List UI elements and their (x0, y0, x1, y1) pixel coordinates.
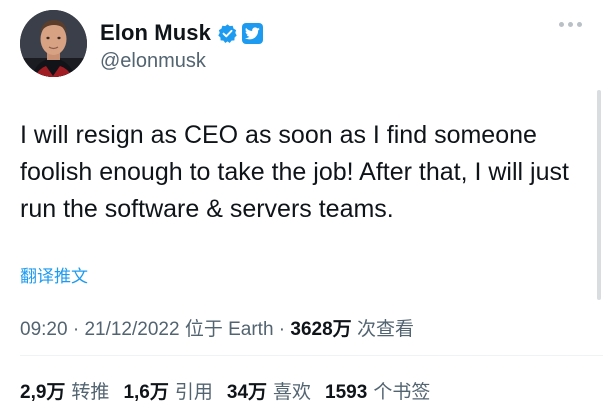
meta-separator: · (72, 319, 85, 340)
bookmarks-count: 1593 (325, 382, 368, 403)
scrollbar[interactable] (597, 90, 601, 300)
more-options-icon[interactable] (559, 22, 582, 27)
retweets-stat[interactable]: 2,9万 转推 (20, 377, 109, 404)
translate-tweet-link[interactable]: 翻译推文 (20, 262, 88, 287)
more-dot (568, 22, 573, 27)
verified-badge-icon (218, 23, 237, 43)
retweets-label: 转推 (71, 382, 110, 403)
avatar[interactable] (20, 10, 87, 77)
tweet-location: Earth (228, 319, 274, 340)
more-dot (577, 22, 582, 27)
more-dot (559, 22, 564, 27)
views-count: 3628万 (290, 319, 352, 340)
divider (20, 355, 603, 356)
tweet-date[interactable]: 21/12/2022 (84, 319, 179, 340)
tweet-text: I will resign as CEO as soon as I find s… (20, 121, 569, 223)
tweet-meta: 09:20 · 21/12/2022 位于 Earth · 3628万 次查看 (20, 314, 414, 341)
author-name[interactable]: Elon Musk (100, 20, 211, 46)
likes-label: 喜欢 (273, 382, 312, 403)
meta-separator: · (278, 319, 291, 340)
likes-stat[interactable]: 34万 喜欢 (227, 377, 311, 404)
retweets-count: 2,9万 (20, 382, 66, 403)
views-label: 次查看 (356, 319, 414, 340)
avatar-image (20, 10, 87, 77)
likes-count: 34万 (226, 382, 268, 403)
author-handle[interactable]: @elonmusk (100, 50, 206, 73)
bookmarks-label: 个书签 (373, 382, 431, 403)
tweet-time[interactable]: 09:20 (20, 319, 68, 340)
quotes-label: 引用 (174, 382, 213, 403)
tweet-stats: 2,9万 转推 1,6万 引用 34万 喜欢 1593 个书签 (20, 377, 430, 404)
quotes-count: 1,6万 (123, 382, 169, 403)
name-row: Elon Musk (100, 18, 263, 48)
twitter-bird-icon (241, 22, 263, 44)
location-prefix: 位于 (184, 319, 229, 340)
quotes-stat[interactable]: 1,6万 引用 (123, 377, 212, 404)
bookmarks-stat[interactable]: 1593 个书签 (325, 377, 430, 404)
tweet-header: Elon Musk @elonmusk (20, 10, 590, 80)
